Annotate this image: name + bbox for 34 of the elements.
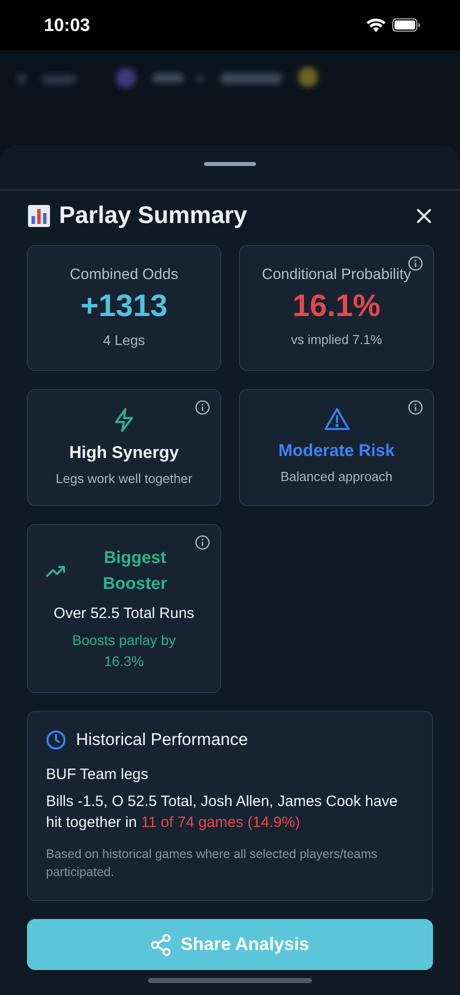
card-value: 16.1% [292, 288, 380, 324]
warning-icon [324, 407, 350, 431]
card-value: +1313 [80, 288, 168, 324]
share-button[interactable]: Share Analysis [27, 919, 433, 970]
status-time: 10:03 [44, 14, 90, 36]
close-icon [416, 208, 432, 224]
card-detail: Over 52.5 Total Runs [54, 605, 194, 622]
clock-icon [46, 730, 66, 750]
battery-icon [392, 18, 420, 32]
card-title: High Synergy [69, 443, 179, 463]
card-note: Boosts parlay by 16.3% [71, 631, 177, 671]
drag-handle[interactable] [204, 162, 256, 166]
card-note: Balanced approach [280, 469, 393, 484]
footnote: Based on historical games where all selected players/teams participated. [46, 846, 378, 881]
card-note: Legs work well together [56, 471, 192, 486]
bar-chart-icon [27, 204, 51, 228]
close-button[interactable] [416, 208, 432, 224]
card-label: Conditional Probability [262, 266, 412, 283]
card-label: Combined Odds [70, 266, 178, 283]
info-icon[interactable] [195, 400, 210, 415]
section-subtitle: BUF Team legs [46, 766, 150, 783]
card-title: Moderate Risk [278, 441, 395, 461]
card-title: Biggest Booster [102, 547, 168, 595]
info-icon[interactable] [195, 535, 210, 550]
history-text: Bills -1.5, O 52.5 Total, Josh Allen, James Cook have hit together in 11 of 74 games (14.9%) [46, 792, 399, 833]
wifi-icon [366, 18, 386, 32]
trend-up-icon [46, 564, 66, 578]
card-note: 4 Legs [102, 332, 146, 348]
section-title: Historical Performance [76, 730, 248, 750]
lightning-icon [112, 407, 136, 433]
info-icon[interactable] [408, 400, 423, 415]
share-icon [150, 934, 171, 956]
sheet-title: Parlay Summary [59, 202, 248, 230]
card-note: vs implied 7.1% [290, 332, 382, 347]
